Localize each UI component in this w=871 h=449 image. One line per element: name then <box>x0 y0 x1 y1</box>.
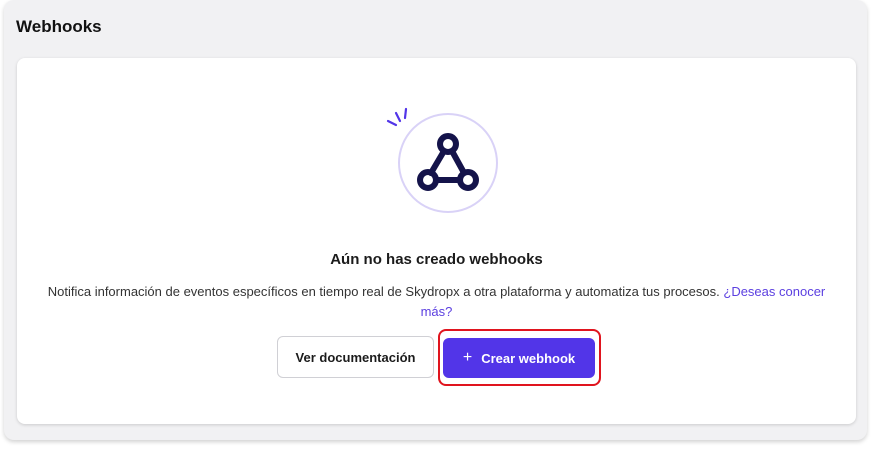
create-webhook-label: Crear webhook <box>481 350 576 366</box>
empty-state-description-text: Notifica información de eventos específi… <box>47 284 720 299</box>
create-webhook-button[interactable]: + Crear webhook <box>443 338 595 378</box>
empty-state-card: Aún no has creado webhooks Notifica info… <box>17 58 856 424</box>
plus-icon: + <box>462 349 473 366</box>
empty-state-title: Aún no has creado webhooks <box>330 251 543 268</box>
webhooks-panel: Webhooks Aún no has creado webhooks Noti… <box>4 0 867 440</box>
view-documentation-button[interactable]: Ver documentación <box>277 336 434 378</box>
webhook-icon <box>386 107 498 213</box>
empty-state-description: Notifica información de eventos específi… <box>37 282 836 322</box>
page-title: Webhooks <box>16 17 102 36</box>
